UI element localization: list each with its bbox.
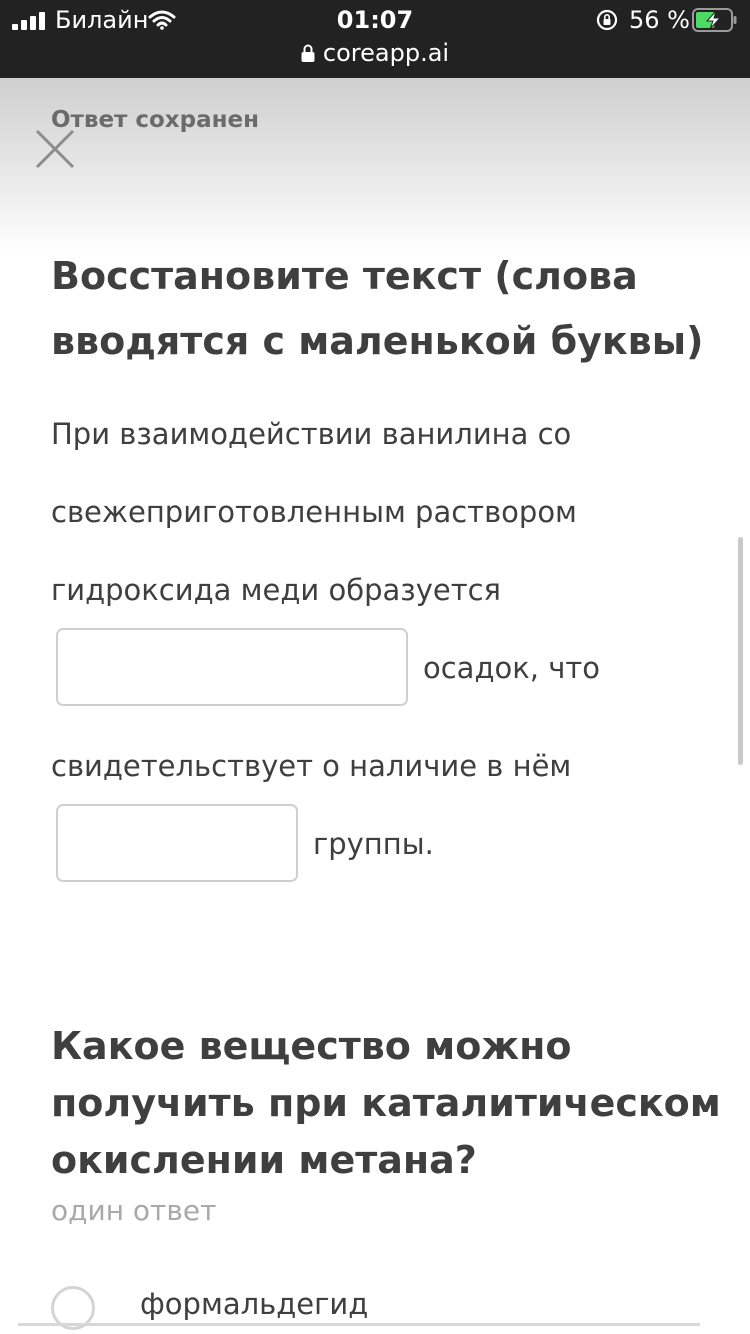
answer-option-label: формальдегид [140, 1287, 369, 1321]
question-2-title: Какое вещество можно получить при катали… [51, 1024, 721, 1182]
scrollbar[interactable] [738, 537, 743, 765]
rotation-lock-icon [596, 9, 618, 31]
question-1-text-line-1: При взаимодействии ванилина со [51, 417, 572, 451]
battery-percent: 56 % [629, 6, 690, 34]
padlock-icon [301, 44, 315, 62]
status-bar: Билайн 01:07 56 % coreapp.ai [0, 0, 750, 78]
question-1-text-after-blank-2: группы. [313, 827, 434, 861]
question-1-title: Восстановите текст (слова вводятся с мал… [51, 254, 704, 363]
question-1-text-after-blank-1: осадок, что [423, 651, 600, 685]
blank-input-2[interactable] [56, 804, 298, 882]
address-bar[interactable]: coreapp.ai [0, 38, 750, 68]
question-1-text-line-3: гидроксида меди образуется [51, 573, 501, 607]
blank-input-1[interactable] [56, 628, 408, 706]
question-1-text-line-2: свежеприготовленным раствором [51, 495, 577, 529]
question-2-hint: один ответ [51, 1194, 217, 1227]
saved-banner-text: Ответ сохранен [51, 107, 260, 133]
battery-charging-icon [692, 8, 737, 32]
url-text: coreapp.ai [322, 39, 450, 67]
question-1-text-line-5: свидетельствует о наличие в нём [51, 749, 572, 783]
bottom-divider [18, 1323, 700, 1326]
